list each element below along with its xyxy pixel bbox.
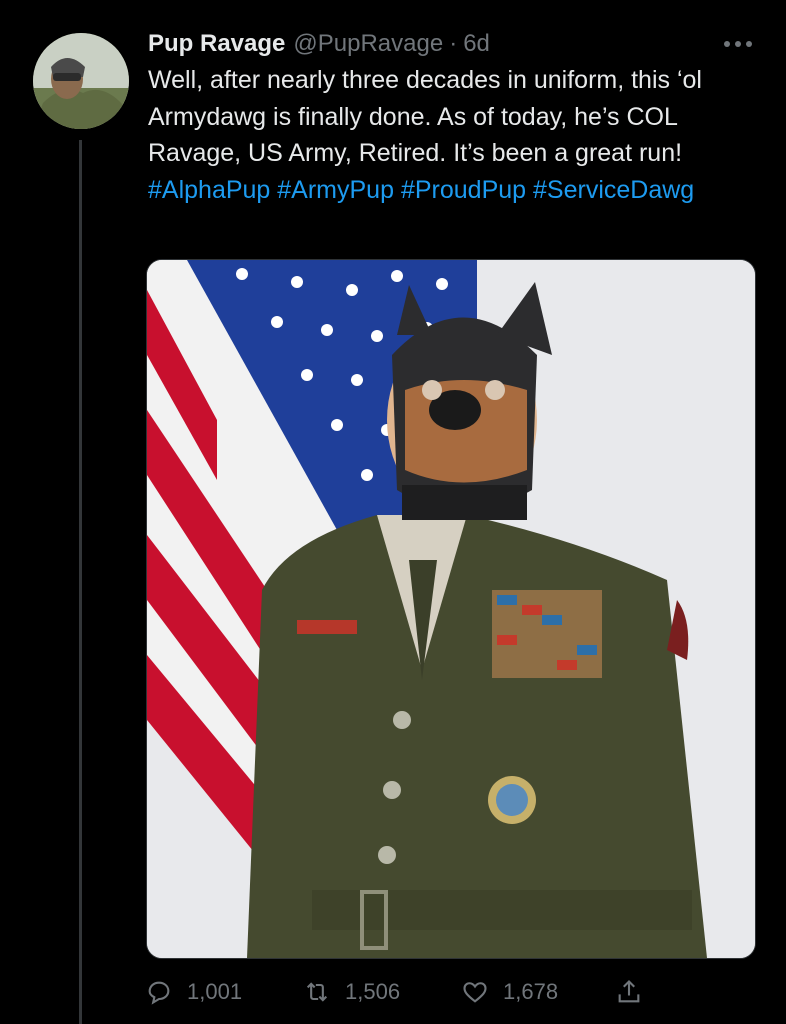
share-button[interactable] [615, 970, 657, 1014]
hashtag-link[interactable]: #ProudPup [401, 176, 526, 204]
tweet-body: Well, after nearly three decades in unif… [148, 66, 702, 167]
tweet-photo[interactable] [146, 259, 756, 959]
hashtag-link[interactable]: #AlphaPup [148, 176, 270, 204]
retweet-icon [306, 982, 328, 1002]
hashtag-link[interactable]: #ArmyPup [277, 176, 394, 204]
heart-icon [463, 982, 487, 1003]
tweet-action-bar: 1,001 1,506 1,678 [145, 970, 665, 1014]
like-count: 1,678 [503, 979, 559, 1004]
portrait-image [147, 260, 755, 958]
author-handle[interactable]: @PupRavage [293, 30, 443, 58]
more-dots-icon [724, 41, 752, 47]
more-options-button[interactable] [718, 26, 758, 62]
tweet-header: Pup Ravage @PupRavage · 6d [148, 30, 490, 60]
tweet-timestamp[interactable]: 6d [463, 30, 490, 58]
reply-count: 1,001 [187, 979, 243, 1004]
author-name[interactable]: Pup Ravage [148, 30, 285, 58]
hashtag-link[interactable]: #ServiceDawg [533, 176, 694, 204]
reply-button[interactable]: 1,001 [145, 970, 242, 1014]
reply-bubble-icon [148, 981, 170, 1005]
retweet-count: 1,506 [345, 979, 401, 1004]
thread-line [79, 140, 82, 1024]
retweet-button[interactable]: 1,506 [303, 970, 400, 1014]
separator-dot: · [449, 30, 458, 57]
share-icon [618, 980, 640, 1003]
like-button[interactable]: 1,678 [461, 970, 558, 1014]
avatar-photo [33, 33, 129, 129]
tweet-text: Well, after nearly three decades in unif… [148, 62, 768, 208]
avatar[interactable] [33, 33, 129, 129]
